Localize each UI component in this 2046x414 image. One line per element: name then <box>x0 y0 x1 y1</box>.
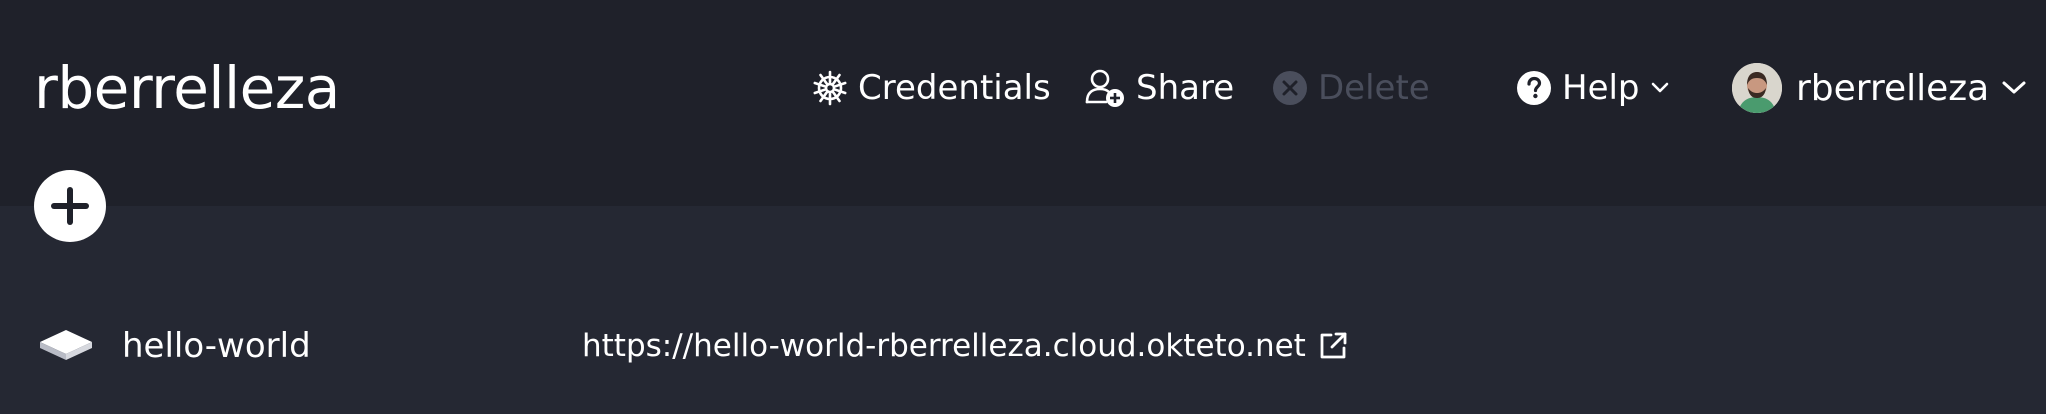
deployment-url-link[interactable]: https://hello-world-rberrelleza.cloud.ok… <box>582 324 1348 368</box>
chevron-down-icon <box>1650 81 1670 95</box>
delete-label: Delete <box>1318 68 1430 108</box>
user-name: rberrelleza <box>1796 67 1990 109</box>
delete-button[interactable]: Delete <box>1272 60 1430 116</box>
deployment-name[interactable]: hello-world <box>122 324 311 368</box>
deployment-url: https://hello-world-rberrelleza.cloud.ok… <box>582 328 1306 364</box>
plus-icon <box>50 186 90 226</box>
credentials-button[interactable]: Credentials <box>812 60 1051 116</box>
user-menu[interactable]: rberrelleza <box>1732 60 2027 116</box>
credentials-label: Credentials <box>858 68 1051 108</box>
chevron-down-icon <box>2001 80 2027 96</box>
share-button[interactable]: Share <box>1084 60 1234 116</box>
external-link-icon <box>1318 331 1348 361</box>
question-circle-icon <box>1516 70 1552 106</box>
share-label: Share <box>1136 68 1235 108</box>
avatar <box>1732 63 1782 113</box>
list-item[interactable]: hello-world https://hello-world-rberrell… <box>0 310 2046 382</box>
helm-wheel-icon <box>812 70 848 106</box>
page-title: rberrelleza <box>34 54 340 122</box>
help-label: Help <box>1562 68 1640 108</box>
close-circle-icon <box>1272 70 1308 106</box>
user-plus-icon <box>1084 68 1126 108</box>
layer-icon <box>38 328 94 366</box>
add-button[interactable] <box>34 170 106 242</box>
help-button[interactable]: Help <box>1516 60 1670 116</box>
